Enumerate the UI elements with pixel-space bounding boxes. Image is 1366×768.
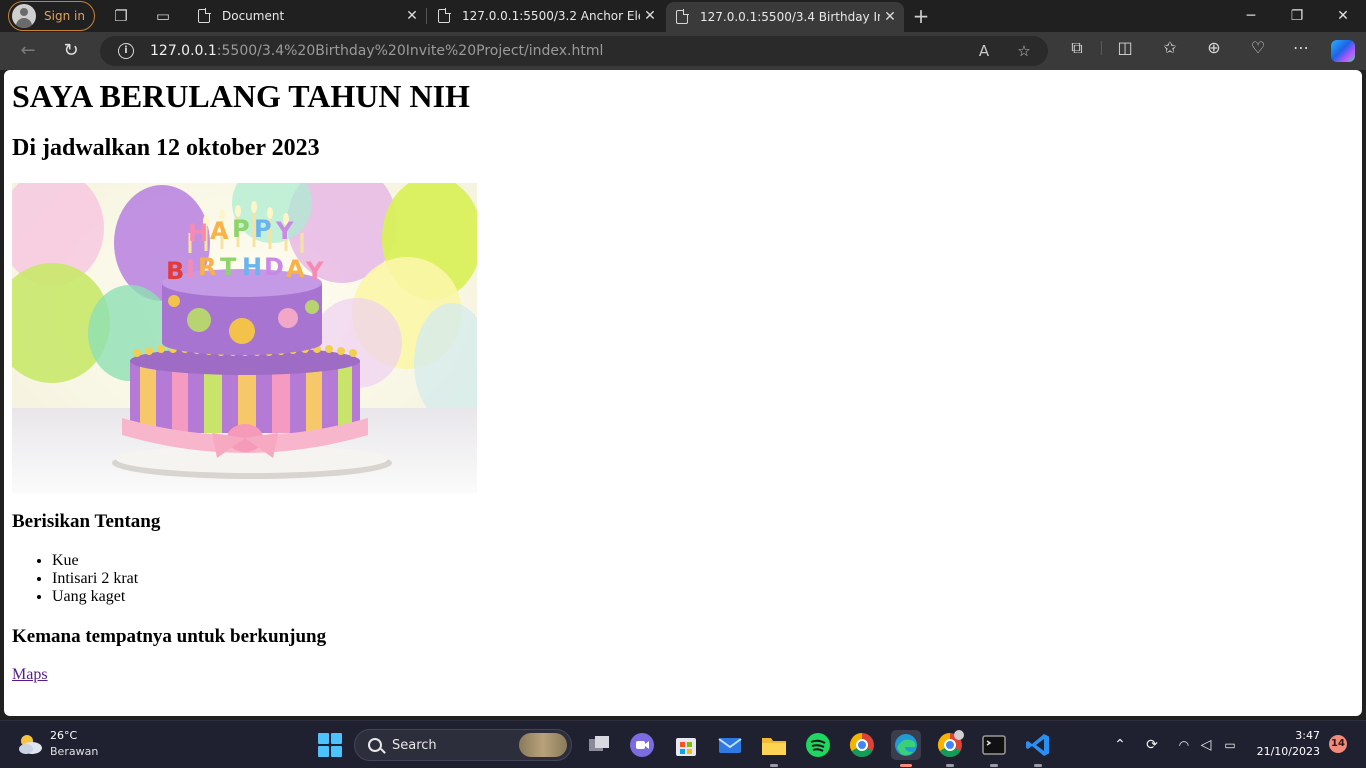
tab-birthday-invite[interactable]: 127.0.0.1:5500/3.4 Birthday Invite Proje…	[666, 2, 904, 32]
close-tab-icon[interactable]: ✕	[640, 8, 660, 24]
sign-in-button[interactable]: Sign in	[8, 1, 95, 31]
list-item: Kue	[52, 552, 138, 570]
svg-text:H: H	[188, 219, 208, 247]
mail-icon[interactable]	[715, 730, 745, 760]
search-icon	[368, 738, 382, 752]
running-indicator	[770, 764, 778, 767]
svg-text:B: B	[166, 257, 184, 285]
running-indicator	[990, 764, 998, 767]
refresh-icon[interactable]: ↻	[57, 37, 85, 65]
store-icon[interactable]	[671, 730, 701, 760]
clock-date[interactable]: 21/10/2023	[1246, 745, 1320, 758]
weather-cloudy-icon[interactable]	[16, 731, 44, 757]
split-screen-icon[interactable]: ◫	[1114, 37, 1136, 59]
chevron-up-icon[interactable]: ⌃	[1110, 735, 1130, 755]
favorite-icon[interactable]: ☆	[1014, 41, 1034, 61]
collections-icon[interactable]: ⊕	[1203, 37, 1225, 59]
sign-in-label: Sign in	[44, 9, 85, 23]
read-aloud-icon[interactable]: A	[974, 41, 994, 61]
maps-link[interactable]: Maps	[12, 666, 48, 684]
clock-time[interactable]: 3:47	[1256, 729, 1320, 742]
running-indicator	[1034, 764, 1042, 767]
favorites-icon[interactable]: ✩	[1159, 37, 1181, 59]
close-window-button[interactable]: ✕	[1320, 0, 1366, 32]
svg-text:T: T	[220, 253, 237, 281]
contents-list: Kue Intisari 2 krat Uang kaget	[52, 552, 138, 606]
spotify-icon[interactable]	[803, 730, 833, 760]
svg-text:H: H	[242, 253, 262, 281]
page-icon	[676, 9, 689, 24]
weather-condition: Berawan	[50, 745, 99, 758]
tab-title: 127.0.0.1:5500/3.4 Birthday Invite Proje…	[700, 10, 880, 24]
new-tab-button[interactable]: +	[911, 6, 931, 26]
terminal-icon[interactable]	[979, 730, 1009, 767]
weather-temperature: 26°C	[50, 729, 78, 742]
schedule-heading: Di jadwalkan 12 oktober 2023	[12, 135, 320, 161]
svg-text:A: A	[286, 255, 305, 283]
teams-icon[interactable]	[627, 730, 657, 760]
vscode-icon[interactable]	[1023, 730, 1053, 767]
svg-text:I: I	[186, 255, 195, 283]
tab-title: Document	[222, 9, 285, 23]
taskbar: 26°C Berawan Search ⌃ ⟳ ◠ ◁ ▭ 3:47 21/10…	[0, 720, 1366, 768]
page-viewport: SAYA BERULANG TAHUN NIH Di jadwalkan 12 …	[4, 70, 1362, 716]
svg-text:Y: Y	[275, 217, 294, 245]
taskbar-search[interactable]: Search	[354, 729, 572, 761]
svg-text:P: P	[232, 215, 250, 243]
page-icon	[198, 8, 211, 23]
tab-title: 127.0.0.1:5500/3.2 Anchor Element	[462, 9, 640, 23]
tab-divider	[426, 8, 427, 24]
close-tab-icon[interactable]: ✕	[880, 9, 900, 25]
svg-text:Y: Y	[305, 257, 324, 285]
birthday-cake-image: HA PP Y BI RT HD AY	[12, 183, 477, 493]
edge-icon[interactable]	[891, 730, 921, 767]
avatar	[12, 4, 36, 28]
sync-icon[interactable]: ⟳	[1142, 735, 1162, 755]
chrome-icon[interactable]	[847, 730, 877, 760]
task-view-icon[interactable]	[584, 730, 614, 760]
more-icon[interactable]: ⋯	[1290, 37, 1312, 59]
site-info-icon[interactable]: i	[118, 43, 134, 59]
location-heading: Kemana tempatnya untuk berkunjung	[12, 626, 327, 647]
search-label: Search	[392, 737, 437, 753]
tab-document[interactable]: Document ✕	[188, 0, 426, 32]
chrome-profile-icon[interactable]	[935, 730, 965, 767]
minimize-button[interactable]: ─	[1228, 0, 1274, 32]
wifi-icon[interactable]: ◠	[1174, 735, 1194, 755]
browser-essentials-icon[interactable]: ♡	[1247, 37, 1269, 59]
list-item: Intisari 2 krat	[52, 570, 138, 588]
page-icon	[438, 8, 451, 23]
copilot-icon[interactable]	[1331, 40, 1355, 62]
page-title: SAYA BERULANG TAHUN NIH	[12, 78, 470, 114]
battery-icon[interactable]: ▭	[1220, 735, 1240, 755]
tab-strip: Sign in ❐ ▭ Document ✕ 127.0.0.1:5500/3.…	[0, 0, 1366, 32]
restore-button[interactable]: ❐	[1274, 0, 1320, 32]
toolbar-divider	[1101, 41, 1102, 55]
contents-heading: Berisikan Tentang	[12, 511, 161, 532]
url-text[interactable]: 127.0.0.1:5500/3.4%20Birthday%20Invite%2…	[150, 43, 603, 59]
svg-text:R: R	[198, 253, 216, 281]
address-bar[interactable]: i 127.0.0.1:5500/3.4%20Birthday%20Invite…	[100, 36, 1048, 66]
running-indicator	[946, 764, 954, 767]
extensions-icon[interactable]: ⧉	[1066, 37, 1088, 59]
volume-icon[interactable]: ◁	[1196, 735, 1216, 755]
search-highlight-icon	[519, 733, 567, 757]
list-item: Uang kaget	[52, 588, 138, 606]
notification-badge[interactable]: 14	[1329, 735, 1347, 753]
start-icon[interactable]	[315, 730, 345, 760]
running-indicator	[900, 764, 912, 767]
close-tab-icon[interactable]: ✕	[402, 8, 422, 24]
tab-anchor-element[interactable]: 127.0.0.1:5500/3.2 Anchor Element ✕	[428, 0, 664, 32]
svg-text:A: A	[210, 217, 229, 245]
svg-text:D: D	[264, 253, 284, 281]
file-explorer-icon[interactable]	[759, 730, 789, 767]
svg-text:P: P	[254, 215, 272, 243]
browser-toolbar: ← ↻ i 127.0.0.1:5500/3.4%20Birthday%20In…	[0, 32, 1366, 70]
back-icon[interactable]: ←	[14, 37, 42, 65]
vertical-tabs-icon[interactable]: ▭	[153, 6, 173, 26]
workspaces-icon[interactable]: ❐	[111, 6, 131, 26]
